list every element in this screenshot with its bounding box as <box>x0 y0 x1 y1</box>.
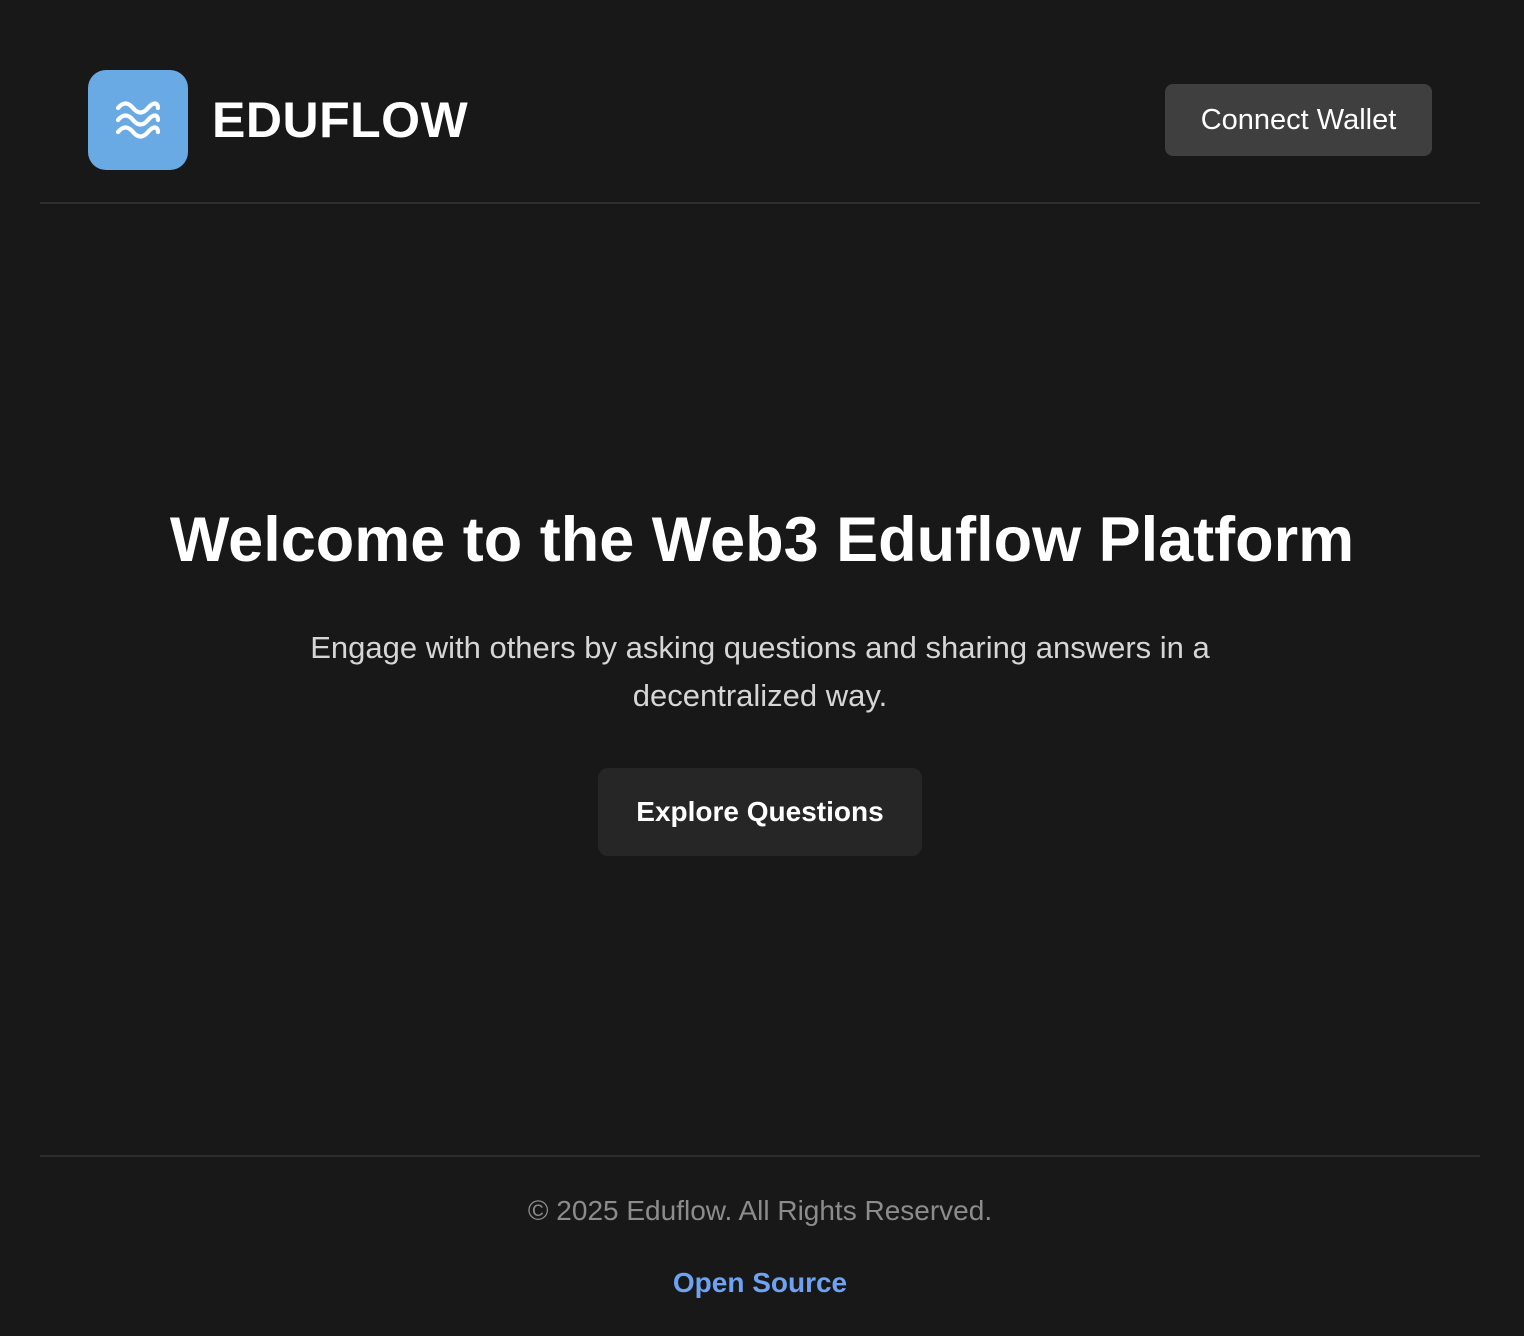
hero-title: Welcome to the Web3 Eduflow Platform <box>169 505 1355 575</box>
hero-subtitle: Engage with others by asking questions a… <box>310 630 1210 713</box>
open-source-link[interactable]: Open Source <box>673 1267 847 1298</box>
landing-page: EDUFLOW Connect Wallet Welcome to the We… <box>0 0 1524 1336</box>
logo[interactable] <box>88 70 188 170</box>
copyright-text: © 2025 Eduflow. All Rights Reserved. <box>527 1195 993 1226</box>
site-header: EDUFLOW Connect Wallet <box>40 0 1480 204</box>
brand-name: EDUFLOW <box>212 92 469 148</box>
explore-questions-button[interactable]: Explore Questions <box>598 768 922 856</box>
site-footer: © 2025 Eduflow. All Rights Reserved. Ope… <box>40 1155 1480 1336</box>
open-source-row: Open Source <box>40 1265 1480 1301</box>
connect-wallet-button[interactable]: Connect Wallet <box>1165 84 1432 156</box>
wave-icon <box>115 101 161 139</box>
